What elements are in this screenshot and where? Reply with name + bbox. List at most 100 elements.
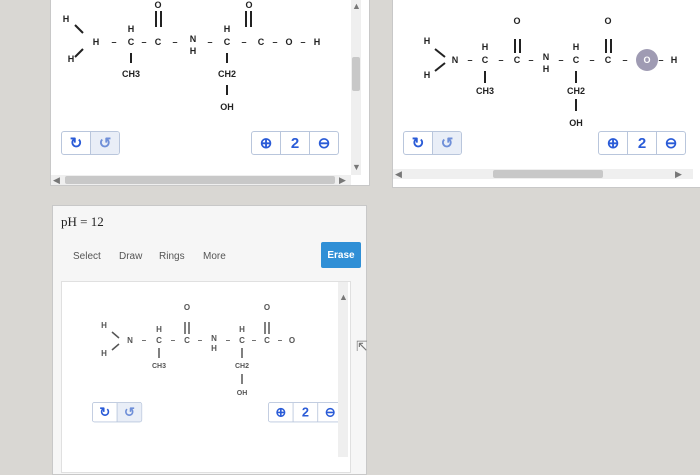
tab-select[interactable]: Select: [73, 251, 101, 262]
scroll-right-arrow[interactable]: ▶: [339, 175, 346, 185]
atom-dash: –: [141, 336, 147, 345]
atom-c: C: [513, 55, 521, 65]
zoom-in-icon[interactable]: ⊕: [599, 132, 627, 154]
atom-o: O: [643, 55, 651, 65]
redo-icon[interactable]: ↺: [432, 132, 461, 154]
history-controls: ↻ ↺: [403, 131, 462, 155]
atom-dash: –: [111, 37, 117, 47]
scroll-right-arrow[interactable]: ▶: [675, 169, 682, 179]
atom-c: C: [239, 336, 245, 345]
redo-icon[interactable]: ↺: [116, 402, 142, 422]
molecule-bonds-top-right: [434, 39, 612, 111]
scroll-down-arrow[interactable]: ▼: [352, 162, 361, 172]
atom-h: H: [481, 42, 489, 52]
history-controls: ↻ ↺: [92, 402, 143, 423]
atom-c: C: [223, 37, 231, 47]
atom-dash: –: [658, 55, 664, 65]
vertical-scrollbar[interactable]: ▲ ▼: [351, 0, 361, 175]
molecule-editor-top-left: H H O O H H H C C N H C C O H – – – – – …: [50, 0, 370, 186]
atom-dash: –: [467, 55, 473, 65]
atom-h: H: [189, 46, 197, 56]
scroll-up-arrow[interactable]: ▲: [339, 292, 348, 302]
atom-o: O: [154, 0, 162, 10]
atom-dash: –: [300, 37, 306, 47]
atom-dash: –: [141, 37, 147, 47]
atom-ch3: CH3: [151, 363, 167, 370]
molecule-editor-bottom: pH = 12 Select Draw Rings More Erase H H…: [52, 205, 367, 475]
atom-h: H: [92, 37, 100, 47]
atom-dash: –: [197, 336, 203, 345]
zoom-controls: ⊕ 2 ⊖: [251, 131, 339, 155]
atom-dash: –: [225, 336, 231, 345]
scrollbar-thumb[interactable]: [65, 176, 335, 184]
reset-zoom-icon[interactable]: 2: [280, 132, 309, 154]
undo-icon[interactable]: ↻: [93, 403, 117, 422]
vertical-scrollbar[interactable]: ▲: [338, 282, 348, 457]
atom-n: N: [542, 52, 550, 62]
zoom-out-icon[interactable]: ⊖: [656, 132, 685, 154]
cursor-icon: ⇱: [356, 338, 368, 354]
atom-n: N: [127, 336, 133, 345]
atom-c: C: [127, 37, 135, 47]
atom-dash: –: [622, 55, 628, 65]
atom-h: H: [101, 349, 107, 358]
atom-dash: –: [589, 55, 595, 65]
atom-h: H: [313, 37, 321, 47]
atom-c: C: [572, 55, 580, 65]
atom-h: H: [211, 344, 217, 353]
atom-c: C: [184, 336, 190, 345]
atom-ch3: CH3: [121, 69, 141, 79]
atom-h: H: [62, 14, 70, 24]
scrollbar-thumb[interactable]: [493, 170, 603, 178]
undo-icon[interactable]: ↻: [62, 132, 90, 154]
scroll-left-arrow[interactable]: ◀: [395, 169, 402, 179]
atom-ch2: CH2: [566, 86, 586, 96]
atom-dash: –: [207, 37, 213, 47]
tab-more[interactable]: More: [203, 251, 226, 262]
atom-o: O: [245, 0, 253, 10]
atom-o: O: [604, 16, 612, 26]
atom-dash: –: [170, 336, 176, 345]
zoom-out-icon[interactable]: ⊖: [309, 132, 338, 154]
reset-zoom-icon[interactable]: 2: [627, 132, 656, 154]
redo-icon[interactable]: ↺: [90, 132, 119, 154]
atom-h: H: [670, 55, 678, 65]
molecule-bonds-bottom: [111, 322, 270, 384]
atom-o: O: [183, 303, 191, 312]
atom-h: H: [223, 24, 231, 34]
molecule-bonds-top-left: [74, 11, 252, 95]
atom-h: H: [423, 36, 431, 46]
zoom-in-icon[interactable]: ⊕: [252, 132, 280, 154]
scroll-left-arrow[interactable]: ◀: [53, 175, 60, 185]
atom-dash: –: [272, 37, 278, 47]
horizontal-scrollbar[interactable]: ◀ ▶: [51, 175, 351, 185]
atom-c: C: [604, 55, 612, 65]
atom-o: O: [513, 16, 521, 26]
scroll-up-arrow[interactable]: ▲: [352, 1, 361, 11]
atom-c: C: [154, 37, 162, 47]
tab-draw[interactable]: Draw: [119, 251, 142, 262]
ph-label: pH = 12: [61, 214, 104, 229]
history-controls: ↻ ↺: [61, 131, 120, 155]
atom-dash: –: [277, 336, 283, 345]
molecule-editor-top-right: H H O O H H N C C N H C C O H – – – – – …: [392, 0, 700, 188]
zoom-in-icon[interactable]: ⊕: [269, 403, 293, 422]
atom-h: H: [67, 54, 75, 64]
atom-c: C: [264, 336, 270, 345]
atom-n: N: [451, 55, 459, 65]
atom-ch2: CH2: [234, 363, 250, 370]
erase-button[interactable]: Erase: [321, 242, 361, 268]
atom-oh: OH: [236, 390, 248, 397]
atom-h: H: [101, 321, 107, 330]
atom-dash: –: [251, 336, 257, 345]
drawing-canvas[interactable]: H H O O H H N C C N H C C O – – – – – – …: [61, 281, 351, 473]
scrollbar-thumb[interactable]: [352, 57, 360, 91]
undo-icon[interactable]: ↻: [404, 132, 432, 154]
reset-zoom-icon[interactable]: 2: [292, 402, 318, 422]
horizontal-scrollbar[interactable]: ◀ ▶: [393, 169, 693, 179]
atom-o: O: [285, 37, 293, 47]
atom-ch2: CH2: [217, 69, 237, 79]
tab-rings[interactable]: Rings: [159, 251, 185, 262]
atom-oh: OH: [220, 102, 234, 112]
atom-c: C: [257, 37, 265, 47]
